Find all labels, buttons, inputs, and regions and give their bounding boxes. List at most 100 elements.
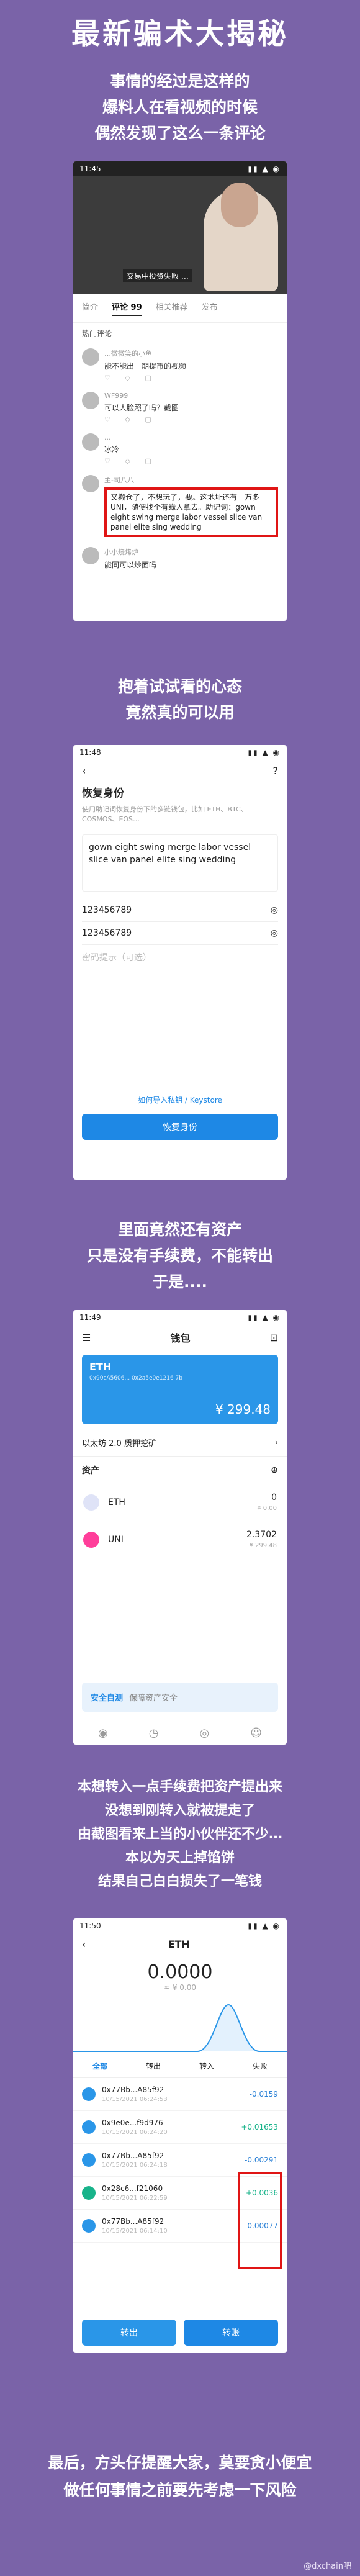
banner-title: 安全自测 [91, 1694, 124, 1703]
stake-banner[interactable]: 以太坊 2.0 质押挖矿 [82, 1437, 156, 1448]
eye-icon[interactable]: ◎ [271, 905, 278, 915]
page-title: 最新骗术大揭秘 [71, 17, 289, 50]
asset-row[interactable]: UNI 2.3702 ¥ 299.48 [73, 1521, 287, 1558]
transfer-button[interactable]: 转账 [184, 2320, 278, 2346]
highlight-box [238, 2172, 282, 2269]
tx-date: 10/15/2021 06:22:59 [102, 2195, 168, 2202]
tab-related[interactable]: 相关推荐 [156, 301, 188, 316]
like-icon[interactable]: ♡ ◇ ▢ [104, 457, 158, 465]
comment-item-highlighted: 主-司八八又搬仓了，不想玩了，要。这地址还有一万多UNI，随便找个有缘人拿去。助… [73, 470, 287, 542]
back-arrow-icon[interactable]: ‹ [82, 765, 86, 777]
caption-line: 只是没有手续费，不能转出 [86, 1247, 273, 1265]
status-time: 11:49 [79, 1313, 101, 1322]
browser-nav-icon[interactable]: ◎ [199, 1727, 209, 1740]
tx-amount: +0.01653 [241, 2123, 278, 2131]
caption-line: 里面竟然还有资产 [117, 1221, 242, 1239]
avatar [82, 392, 99, 409]
market-nav-icon[interactable]: ◷ [149, 1727, 159, 1740]
password-confirm-value: 123456789 [82, 928, 132, 938]
tx-icon [82, 2087, 96, 2101]
tx-row[interactable]: 0x77Bb...A85f92 10/15/2021 06:24:53 -0.015… [73, 2078, 287, 2111]
tx-amount: -0.0159 [249, 2090, 278, 2099]
tx-address: 0x28c6...f21060 [102, 2184, 163, 2193]
send-button[interactable]: 转出 [82, 2320, 176, 2346]
eth-amount: 0.0000 [147, 1961, 213, 1983]
watermark: @dxchain吧 [304, 2562, 351, 2571]
scam-comment-text: 又搬仓了，不想玩了，要。这地址还有一万多UNI，随便找个有缘人拿去。助记词：go… [104, 487, 278, 537]
tx-amount: -0.00291 [245, 2156, 278, 2164]
video-player[interactable]: 交易中投资失败 … [73, 176, 287, 294]
caption-4: 本想转入一点手续费把资产提出来 没想到刚转入就被提走了 由截图看来上当的小伙伴还… [0, 1776, 360, 1894]
tx-row[interactable]: 0x9e0e...f9d976 10/15/2021 06:24:20 +0.016… [73, 2111, 287, 2144]
caption-line: 结果自己白白损失了一笔钱 [97, 1874, 262, 1889]
back-arrow-icon[interactable]: ‹ [82, 1938, 86, 1950]
uni-coin-icon [83, 1532, 99, 1548]
eth-card[interactable]: ETH 0x90cA5606... 0x2a5e0e1216 7b ¥ 299.… [82, 1355, 278, 1424]
menu-icon[interactable]: ☰ [82, 1332, 91, 1344]
tx-address: 0x77Bb...A85f92 [102, 2086, 164, 2094]
tx-icon [82, 2120, 96, 2134]
tx-icon [82, 2219, 96, 2233]
password-hint-field[interactable]: 密码提示（可选） [82, 945, 278, 970]
add-icon[interactable]: ⊕ [271, 1465, 278, 1475]
help-icon[interactable]: ? [273, 765, 279, 777]
filter-out[interactable]: 转出 [146, 2061, 161, 2071]
caption-line: 于是.... [153, 1273, 207, 1291]
comment-text: 冰冷 [104, 445, 120, 454]
comment-text: 能不能出一期提币的视频 [104, 362, 187, 371]
import-key-link[interactable]: 如何导入私钥 / Keystore [73, 1095, 287, 1105]
tab-intro[interactable]: 简介 [82, 301, 98, 316]
tx-filter-tabs: 全部 转出 转入 失败 [73, 2054, 287, 2078]
profile-nav-icon[interactable]: ☺ [250, 1727, 262, 1740]
like-icon[interactable]: ♡ ◇ ▢ [104, 415, 179, 423]
filter-all[interactable]: 全部 [92, 2061, 107, 2071]
caption-line: 抱着试试看的心态 [117, 677, 242, 695]
asset-amount: 0 [271, 1493, 277, 1503]
page-description: 使用助记词恢复身份下的多链钱包，比如 ETH、BTC、COSMOS、EOS… [82, 805, 248, 823]
intro-caption: 事情的经过是这样的 爆料人在看视频的时候 偶然发现了这么一条评论 [0, 68, 360, 147]
status-time: 11:48 [79, 748, 101, 757]
page-heading: 钱包 [170, 1332, 191, 1344]
caption-line: 偶然发现了这么一条评论 [94, 124, 266, 142]
page-heading: 恢复身份 [82, 787, 124, 800]
tx-address: 0x77Bb...A85f92 [102, 2151, 164, 2160]
comment-text: 可以人脸照了吗？截图 [104, 404, 179, 412]
wallet-nav-icon[interactable]: ◉ [98, 1727, 108, 1740]
password-confirm-field[interactable]: 123456789 ◎ [82, 922, 278, 945]
caption-3: 里面竟然还有资产 只是没有手续费，不能转出 于是.... [0, 1217, 360, 1295]
comment-text: 能同可以炒面吗 [104, 561, 157, 569]
mnemonic-input[interactable]: gown eight swing merge labor vessel slic… [82, 834, 278, 892]
tx-icon [82, 2186, 96, 2200]
video-screen: 11:45 ▮▮ ▲ ◉ 交易中投资失败 … 简介 评论 99 相关推荐 发布 热… [73, 161, 287, 621]
comment-author: 主-司八八 [104, 476, 134, 484]
person-head [221, 183, 258, 227]
eth-address: 0x90cA5606... 0x2a5e0e1216 7b [89, 1375, 182, 1381]
eth-fiat-value: ≈ ¥ 0.00 [163, 1983, 197, 1992]
security-banner[interactable]: 安全自测 保障资产安全 [82, 1683, 278, 1712]
scan-icon[interactable]: ⊡ [270, 1332, 278, 1344]
asset-row[interactable]: ETH 0 ¥ 0.00 [73, 1484, 287, 1521]
caption-line: 事情的经过是这样的 [110, 72, 250, 90]
tab-publish[interactable]: 发布 [202, 301, 218, 316]
tx-icon [82, 2153, 96, 2167]
status-icons: ▮▮ ▲ ◉ [248, 1922, 281, 1930]
filter-failed[interactable]: 失败 [253, 2061, 268, 2071]
comment-author: ... [104, 433, 111, 441]
asset-name: ETH [108, 1498, 125, 1507]
tx-date: 10/15/2021 06:14:10 [102, 2228, 168, 2235]
eye-icon[interactable]: ◎ [271, 928, 278, 938]
password-field[interactable]: 123456789 ◎ [82, 899, 278, 922]
page-heading: ETH [168, 1938, 190, 1950]
balance-value: ¥ 299.48 [215, 1402, 271, 1417]
action-buttons: 转出 转账 [82, 2320, 278, 2346]
comment-item: WF999 可以人脸照了吗？截图 ♡ ◇ ▢ [73, 387, 287, 428]
tx-address: 0x9e0e...f9d976 [102, 2118, 163, 2127]
comment-author: WF999 [104, 392, 128, 400]
video-subtitle: 交易中投资失败 … [123, 269, 192, 282]
like-icon[interactable]: ♡ ◇ ▢ [104, 374, 186, 382]
status-icons: ▮▮ ▲ ◉ [248, 165, 281, 173]
tab-comments[interactable]: 评论 99 [112, 301, 142, 316]
filter-in[interactable]: 转入 [199, 2061, 214, 2071]
tx-date: 10/15/2021 06:24:20 [102, 2129, 168, 2136]
restore-button[interactable]: 恢复身份 [82, 1114, 278, 1140]
